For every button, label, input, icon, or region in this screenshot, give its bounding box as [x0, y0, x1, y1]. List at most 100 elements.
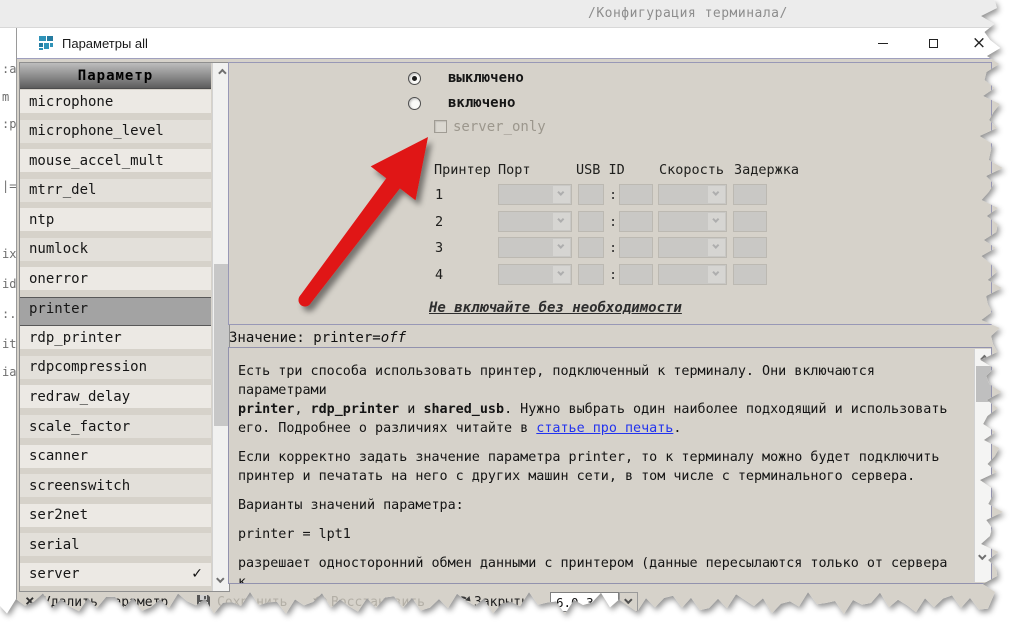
usb-vendor-field[interactable]: [578, 264, 604, 285]
printer-number: 1: [435, 187, 443, 203]
window-title: Параметры all: [62, 36, 148, 51]
list-item-label: mouse_accel_mult: [29, 153, 164, 169]
printer-number: 2: [435, 214, 443, 230]
speed-select[interactable]: [658, 211, 727, 232]
speed-select[interactable]: [658, 264, 727, 285]
delay-field[interactable]: [733, 237, 767, 258]
dropdown-button[interactable]: [553, 213, 570, 230]
dropdown-button[interactable]: [708, 186, 725, 203]
chevron-down-icon: [712, 242, 719, 249]
port-select[interactable]: [498, 264, 572, 285]
delete-parameter-button[interactable]: Удалить параметр: [43, 595, 168, 610]
article-link[interactable]: статье про печать: [536, 421, 673, 436]
background-text-fragment: id: [2, 277, 17, 291]
description-text: Есть три способа использовать принтер, п…: [229, 348, 965, 583]
delay-field[interactable]: [733, 211, 767, 232]
list-item-microphone[interactable]: microphone: [20, 90, 211, 120]
description-segment: .: [673, 421, 681, 436]
chevron-down-icon: [624, 596, 632, 604]
list-item-screenswitch[interactable]: screenswitch: [20, 474, 211, 504]
chevron-down-icon: [712, 189, 719, 196]
usb-id-separator: :: [609, 267, 617, 283]
usb-product-field[interactable]: [619, 237, 653, 258]
printer-row-2: 2:: [229, 211, 991, 232]
window-titlebar[interactable]: Параметры all ×: [17, 28, 1005, 59]
list-item-numlock[interactable]: numlock: [20, 238, 211, 268]
list-item-ntp[interactable]: ntp: [20, 208, 211, 238]
scroll-up-button[interactable]: [213, 65, 229, 81]
version-combobox[interactable]: 6.0.36: [550, 592, 638, 612]
list-item-redraw_delay[interactable]: redraw_delay: [20, 385, 211, 415]
list-item-scanner[interactable]: scanner: [20, 445, 211, 475]
list-item-mouse_accel_mult[interactable]: mouse_accel_mult: [20, 149, 211, 179]
dropdown-button[interactable]: [708, 239, 725, 256]
list-item-rdpcompression[interactable]: rdpcompression: [20, 356, 211, 386]
close-button[interactable]: ×: [959, 28, 999, 58]
close-dialog-button[interactable]: Закрыть: [474, 595, 529, 610]
list-item-onerror[interactable]: onerror: [20, 267, 211, 297]
description-scrollbar-thumb[interactable]: [976, 366, 991, 402]
list-item-mtrr_del[interactable]: mtrr_del: [20, 179, 211, 209]
dropdown-button[interactable]: [553, 239, 570, 256]
scroll-up-button[interactable]: [975, 351, 991, 367]
usb-vendor-field[interactable]: [578, 211, 604, 232]
chevron-down-icon: [557, 189, 564, 196]
radio-off[interactable]: [408, 72, 421, 85]
col-header-port: Порт: [498, 162, 531, 178]
usb-vendor-field[interactable]: [578, 237, 604, 258]
parameter-column-header[interactable]: Параметр: [20, 63, 211, 89]
list-item-label: onerror: [29, 271, 88, 287]
dropdown-button[interactable]: [708, 266, 725, 283]
server-only-checkbox[interactable]: [434, 120, 447, 133]
description-segment: printer: [238, 402, 294, 417]
usb-product-field[interactable]: [619, 211, 653, 232]
description-scrollbar[interactable]: [974, 349, 991, 582]
port-select[interactable]: [498, 237, 572, 258]
list-item-server[interactable]: server✓: [20, 563, 211, 591]
close-action-icon: [456, 594, 472, 610]
save-button[interactable]: Сохранить: [217, 595, 287, 610]
dropdown-button[interactable]: [553, 186, 570, 203]
radio-on[interactable]: [408, 97, 421, 110]
restore-icon: [312, 594, 328, 610]
description-segment: rdp_printer: [311, 402, 400, 417]
maximize-button[interactable]: [913, 28, 953, 58]
chevron-up-icon: [980, 355, 988, 363]
list-scrollbar-thumb[interactable]: [214, 264, 229, 426]
usb-vendor-field[interactable]: [578, 184, 604, 205]
version-value[interactable]: 6.0.36: [550, 592, 619, 612]
usb-product-field[interactable]: [619, 264, 653, 285]
port-select[interactable]: [498, 184, 572, 205]
speed-select[interactable]: [658, 184, 727, 205]
list-item-microphone_level[interactable]: microphone_level: [20, 120, 211, 150]
list-item-rdp_printer[interactable]: rdp_printer: [20, 326, 211, 356]
usb-product-field[interactable]: [619, 184, 653, 205]
background-text-fragment: it: [2, 337, 17, 351]
scroll-down-button[interactable]: [213, 573, 229, 589]
list-item-printer[interactable]: printer: [20, 297, 211, 327]
dropdown-button[interactable]: [708, 213, 725, 230]
col-header-delay: Задержка: [734, 162, 799, 178]
port-select[interactable]: [498, 211, 572, 232]
delay-field[interactable]: [733, 264, 767, 285]
version-dropdown-button[interactable]: [619, 592, 638, 612]
scroll-down-button[interactable]: [975, 550, 991, 566]
usb-id-separator: :: [609, 214, 617, 230]
maximize-icon: [929, 39, 938, 48]
description-paragraph: Если корректно задать значение параметра…: [238, 448, 961, 486]
chevron-up-icon: [218, 69, 226, 77]
description-segment: . Нужно выбрать один наиболее подходящий…: [504, 402, 947, 417]
dropdown-button[interactable]: [553, 266, 570, 283]
list-item-serial[interactable]: serial: [20, 533, 211, 563]
restore-button[interactable]: Восстановить: [331, 595, 425, 610]
list-item-scale_factor[interactable]: scale_factor: [20, 415, 211, 445]
list-scrollbar[interactable]: [212, 63, 229, 591]
delay-field[interactable]: [733, 184, 767, 205]
minimize-button[interactable]: [863, 28, 903, 58]
warning-link[interactable]: Не включайте без необходимости: [429, 300, 682, 316]
usb-id-separator: :: [609, 240, 617, 256]
printer-number: 4: [435, 267, 443, 283]
list-item-ser2net[interactable]: ser2net: [20, 504, 211, 534]
description-paragraph: Варианты значений параметра:: [238, 496, 961, 515]
speed-select[interactable]: [658, 237, 727, 258]
